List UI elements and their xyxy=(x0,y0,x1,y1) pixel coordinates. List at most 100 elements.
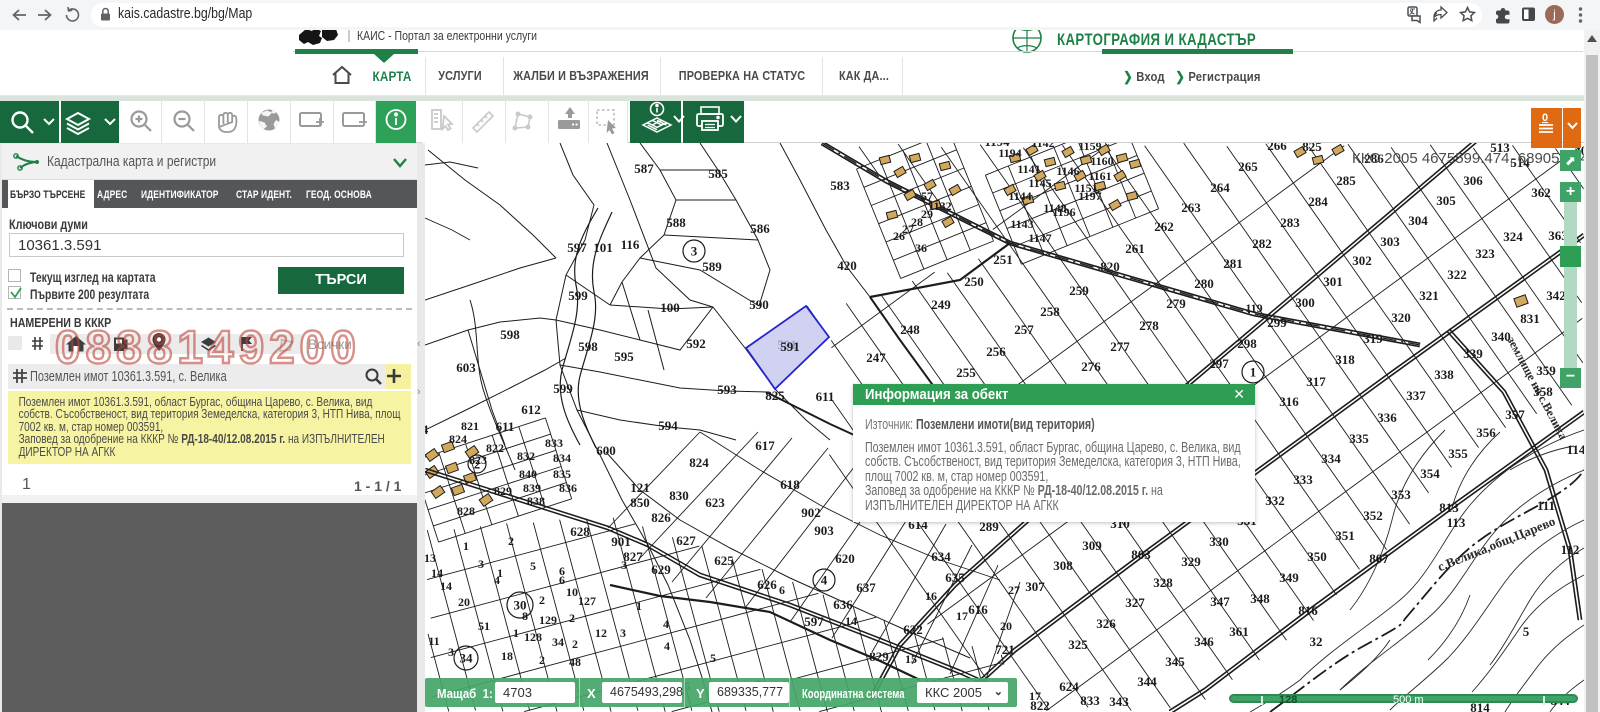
svg-text:1196: 1196 xyxy=(1052,205,1075,219)
svg-text:5: 5 xyxy=(1523,624,1530,639)
svg-text:5: 5 xyxy=(710,651,716,665)
svg-text:258: 258 xyxy=(1040,304,1060,319)
svg-text:2: 2 xyxy=(474,457,481,472)
svg-text:325: 325 xyxy=(1068,637,1088,652)
svg-text:1144: 1144 xyxy=(1008,189,1031,203)
svg-text:1142: 1142 xyxy=(1031,143,1054,150)
svg-text:249: 249 xyxy=(931,297,951,312)
svg-text:247: 247 xyxy=(866,350,886,365)
svg-text:348: 348 xyxy=(1250,591,1270,606)
svg-text:330: 330 xyxy=(1209,534,1229,549)
svg-text:583: 583 xyxy=(830,178,850,193)
svg-text:116: 116 xyxy=(621,237,640,252)
svg-text:803: 803 xyxy=(1131,547,1151,562)
svg-text:356: 356 xyxy=(1476,425,1496,440)
svg-text:820: 820 xyxy=(1100,259,1120,274)
svg-text:51: 51 xyxy=(478,619,490,633)
svg-text:1145: 1145 xyxy=(1028,176,1051,190)
svg-text:903: 903 xyxy=(814,523,834,538)
svg-text:339: 339 xyxy=(1463,346,1483,361)
svg-text:14: 14 xyxy=(440,579,452,593)
svg-text:298: 298 xyxy=(1237,336,1257,351)
svg-text:821: 821 xyxy=(461,419,479,433)
svg-text:322: 322 xyxy=(1447,267,1467,282)
svg-text:248: 248 xyxy=(900,322,920,337)
svg-text:304: 304 xyxy=(1408,213,1428,228)
svg-text:299: 299 xyxy=(1267,315,1287,330)
svg-text:ККС 2005 4675599.474, 689052.4: ККС 2005 4675599.474, 689052.441 xyxy=(1352,150,1584,167)
svg-text:833: 833 xyxy=(545,436,563,450)
svg-text:12: 12 xyxy=(595,626,607,640)
svg-text:589: 589 xyxy=(702,259,722,274)
svg-text:332: 332 xyxy=(1265,493,1285,508)
svg-text:636: 636 xyxy=(833,597,853,612)
svg-text:825: 825 xyxy=(1302,143,1322,154)
svg-text:834: 834 xyxy=(553,451,571,465)
svg-text:623: 623 xyxy=(705,495,725,510)
svg-text:334: 334 xyxy=(1321,451,1341,466)
svg-text:18: 18 xyxy=(501,649,513,663)
svg-text:825: 825 xyxy=(765,388,785,403)
svg-text:585: 585 xyxy=(708,166,728,181)
svg-text:128: 128 xyxy=(524,630,542,644)
svg-text:826: 826 xyxy=(651,510,671,525)
svg-text:285: 285 xyxy=(1336,173,1356,188)
svg-text:1146: 1146 xyxy=(1056,164,1079,178)
svg-text:265: 265 xyxy=(1238,159,1258,174)
svg-text:20: 20 xyxy=(458,595,470,609)
svg-text:300: 300 xyxy=(1295,295,1315,310)
svg-text:1: 1 xyxy=(463,539,469,553)
svg-text:321: 321 xyxy=(1419,288,1439,303)
svg-text:835: 835 xyxy=(553,467,571,481)
svg-text:902: 902 xyxy=(801,505,821,520)
svg-text:119: 119 xyxy=(1245,301,1262,315)
svg-text:263: 263 xyxy=(1181,200,1201,215)
svg-text:4: 4 xyxy=(821,573,828,588)
svg-text:362: 362 xyxy=(1531,185,1551,200)
svg-text:822: 822 xyxy=(1030,698,1050,712)
svg-text:264: 264 xyxy=(1210,180,1230,195)
svg-text:1: 1 xyxy=(513,626,519,640)
svg-text:113: 113 xyxy=(1447,515,1466,530)
svg-text:317: 317 xyxy=(1306,374,1326,389)
svg-text:1: 1 xyxy=(497,566,503,580)
svg-text:420: 420 xyxy=(837,258,857,273)
svg-text:352: 352 xyxy=(1363,508,1383,523)
svg-text:302: 302 xyxy=(1352,253,1372,268)
svg-text:262: 262 xyxy=(1154,219,1174,234)
svg-text:335: 335 xyxy=(1349,431,1369,446)
svg-text:836: 836 xyxy=(559,481,577,495)
svg-text:114: 114 xyxy=(1567,442,1584,457)
svg-text:27: 27 xyxy=(1008,583,1020,597)
svg-text:323: 323 xyxy=(1475,246,1495,261)
svg-text:276: 276 xyxy=(1081,359,1101,374)
svg-text:320: 320 xyxy=(1391,310,1411,325)
svg-text:351: 351 xyxy=(1335,528,1355,543)
svg-text:839: 839 xyxy=(523,481,541,495)
svg-text:340: 340 xyxy=(1491,329,1511,344)
svg-text:3: 3 xyxy=(691,244,698,259)
svg-text:901: 901 xyxy=(611,534,631,549)
svg-text:359: 359 xyxy=(1536,363,1556,378)
svg-text:КАРТОГРАФИЯ И КАДАСТЪР: КАРТОГРАФИЯ И КАДАСТЪР xyxy=(1057,31,1256,50)
svg-text:309: 309 xyxy=(1082,538,1102,553)
svg-text:1197: 1197 xyxy=(1078,189,1101,203)
svg-text:279: 279 xyxy=(1166,296,1186,311)
svg-text:637: 637 xyxy=(856,580,876,595)
svg-text:624: 624 xyxy=(1059,679,1079,694)
svg-text:337: 337 xyxy=(1406,388,1426,403)
svg-text:129: 129 xyxy=(539,613,557,627)
svg-text:111: 111 xyxy=(1537,498,1555,513)
svg-text:305: 305 xyxy=(1436,193,1456,208)
svg-text:1159: 1159 xyxy=(1078,143,1101,153)
svg-text:830: 830 xyxy=(669,488,689,503)
svg-text:822: 822 xyxy=(486,441,504,455)
svg-text:342: 342 xyxy=(1546,288,1566,303)
svg-text:840: 840 xyxy=(519,467,537,481)
svg-text:354: 354 xyxy=(1420,466,1440,481)
svg-text:257: 257 xyxy=(1014,322,1034,337)
svg-text:277: 277 xyxy=(1110,339,1130,354)
svg-text:617: 617 xyxy=(755,438,775,453)
svg-text:34: 34 xyxy=(460,651,474,666)
svg-text:338: 338 xyxy=(1434,367,1454,382)
